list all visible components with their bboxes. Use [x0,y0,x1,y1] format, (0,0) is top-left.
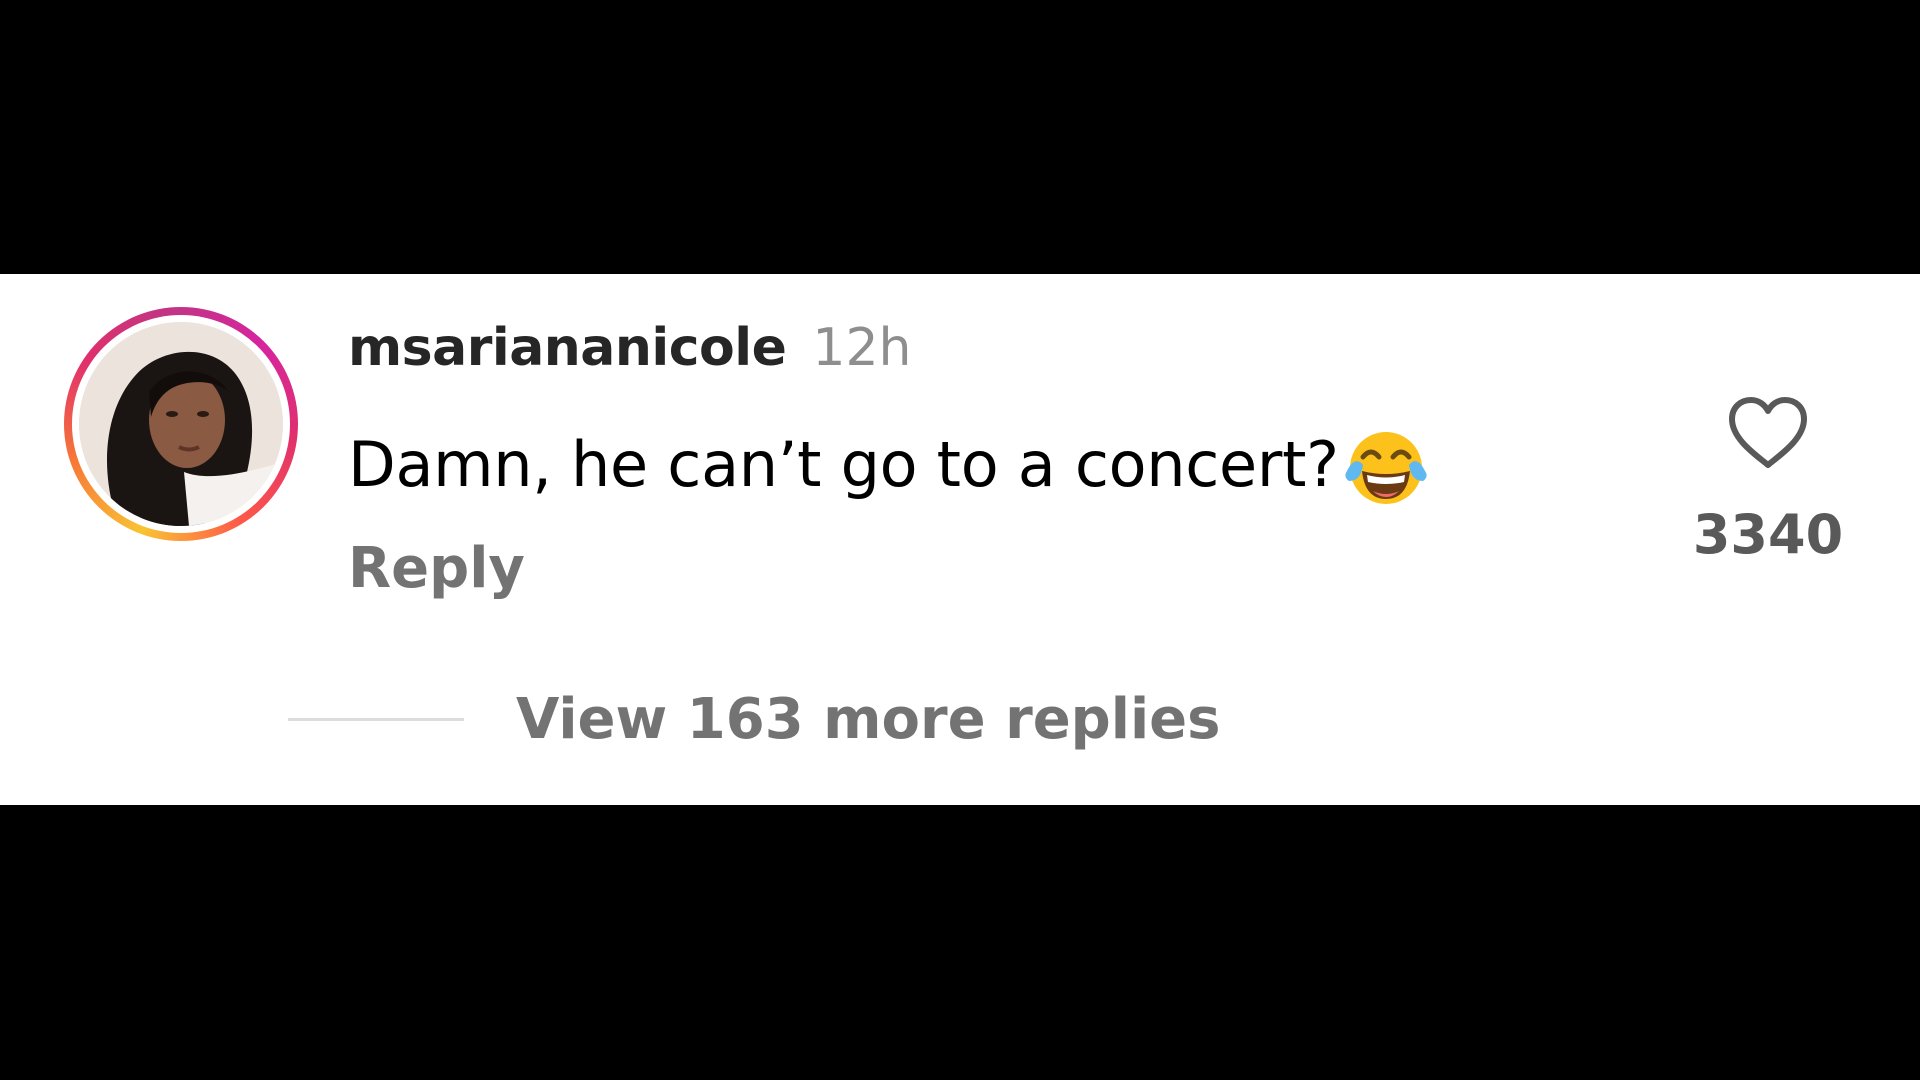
comment-timestamp: 12h [812,318,912,378]
letterbox-bottom [0,805,1920,1080]
like-count: 3340 [1692,503,1844,566]
letterbox-top [0,0,1920,274]
face-with-tears-of-joy-icon [1345,432,1427,504]
username[interactable]: msariananicole [348,318,787,378]
avatar-photo [79,322,283,526]
avatar[interactable] [79,322,283,526]
reply-button[interactable]: Reply [348,536,525,601]
view-more-replies-button[interactable]: View 163 more replies [516,687,1220,752]
replies-divider-line [288,717,464,721]
like-area: 3340 [1680,395,1850,575]
avatar-story-ring[interactable] [64,307,298,541]
comment-body: Damn, he can’t go to a concert? [348,427,1339,501]
comment-header: msariananicole 12h [348,318,912,388]
comment-text: Damn, he can’t go to a concert? [348,424,1429,504]
heart-icon[interactable] [1726,395,1810,471]
view-replies-row: View 163 more replies [288,684,1220,754]
